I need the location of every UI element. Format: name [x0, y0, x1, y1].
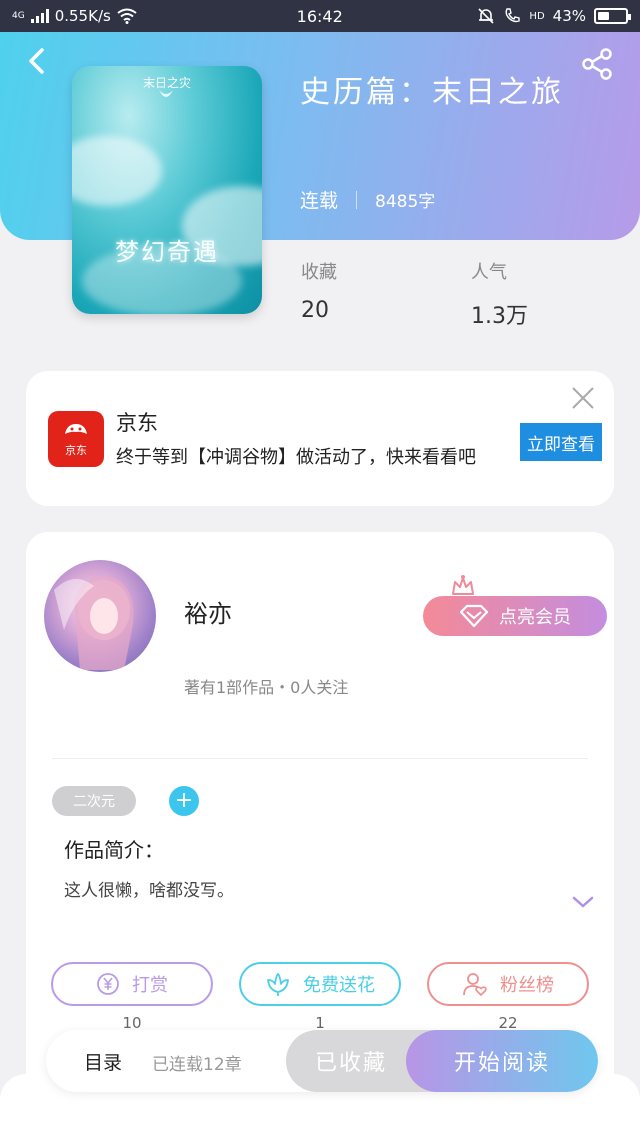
close-icon[interactable]: [570, 385, 596, 411]
stat-label: 人气: [471, 262, 507, 283]
hd-label: HD: [529, 10, 545, 22]
clock: 16:42: [296, 6, 343, 26]
stat-favorites: 收藏 20: [301, 258, 337, 323]
yen-coin-icon: [97, 973, 119, 995]
bell-muted-icon: [478, 8, 494, 24]
bottom-action-bar: 目录 已连载12章 已收藏 开始阅读: [46, 1030, 598, 1092]
network-label: 4G: [12, 11, 25, 21]
ad-logo-text: 京东: [65, 444, 87, 457]
jd-logo: 京东: [48, 411, 104, 467]
intro-text: 这人很懒，啥都没写。: [64, 881, 234, 901]
back-arrow-icon[interactable]: [22, 46, 52, 76]
book-title: 史历篇：末日之旅: [300, 75, 564, 110]
user-heart-icon: [463, 973, 487, 997]
battery-icon: [594, 8, 631, 24]
tip-button[interactable]: 打赏: [51, 962, 213, 1006]
stat-popularity: 人气 1.3万: [471, 258, 528, 330]
vip-label: 点亮会员: [499, 607, 571, 628]
ad-title: 京东: [116, 411, 158, 435]
book-word-count: 8485字: [375, 192, 436, 212]
author-summary: 著有1部作品・0人关注: [184, 678, 349, 697]
avatar-illustration: [54, 576, 134, 670]
vip-button[interactable]: 点亮会员: [423, 596, 607, 636]
wifi-icon: [117, 8, 137, 24]
stat-value: 1.3万: [471, 304, 528, 329]
stat-label: 收藏: [301, 262, 337, 283]
tip-label: 打赏: [132, 975, 168, 996]
send-flower-button[interactable]: 免费送花: [239, 962, 401, 1006]
status-bar: 4G 0.55K/s 16:42 HD 43%: [0, 0, 640, 32]
flower-icon: [267, 973, 289, 996]
fan-ranking-button[interactable]: 粉丝榜: [427, 962, 589, 1006]
diamond-icon: [459, 604, 489, 628]
chapter-count: 已连载12章: [152, 1055, 242, 1075]
genre-tag[interactable]: 二次元: [52, 786, 136, 816]
book-status: 连载: [300, 190, 339, 212]
ad-description: 终于等到【冲调谷物】做活动了，快来看看吧: [116, 447, 476, 468]
crown-icon: [452, 575, 474, 595]
cover-main-text: 梦幻奇遇: [115, 238, 219, 266]
author-name: 裕亦: [184, 600, 232, 628]
jd-dog-icon: [65, 424, 87, 434]
avatar[interactable]: [44, 560, 156, 672]
start-reading-button[interactable]: 开始阅读: [406, 1030, 598, 1092]
book-cover[interactable]: 末日之灾 梦幻奇遇: [72, 66, 262, 314]
signal-icon: [30, 9, 49, 23]
ad-card[interactable]: 京东 京东 终于等到【冲调谷物】做活动了，快来看看吧 立即查看: [26, 371, 614, 506]
favorited-label: 已收藏: [314, 1051, 387, 1076]
cover-top-text: 末日之灾: [142, 76, 191, 90]
battery-fill: [598, 12, 610, 20]
meta-divider: [356, 190, 358, 209]
ad-view-button[interactable]: 立即查看: [520, 423, 602, 461]
battery-percent: 43%: [552, 7, 586, 25]
book-meta: 连载 8485字: [300, 186, 435, 213]
stat-value: 20: [301, 298, 329, 323]
network-speed: 0.55K/s: [54, 7, 111, 25]
phone-icon: [505, 8, 521, 23]
fan-ranking-label: 粉丝榜: [500, 975, 554, 996]
intro-label: 作品简介：: [64, 838, 164, 862]
add-tag-button[interactable]: +: [169, 786, 199, 816]
send-flower-label: 免费送花: [303, 975, 375, 996]
chevron-down-icon[interactable]: [570, 892, 596, 912]
divider: [52, 758, 588, 759]
toc-button[interactable]: 目录: [84, 1048, 122, 1075]
